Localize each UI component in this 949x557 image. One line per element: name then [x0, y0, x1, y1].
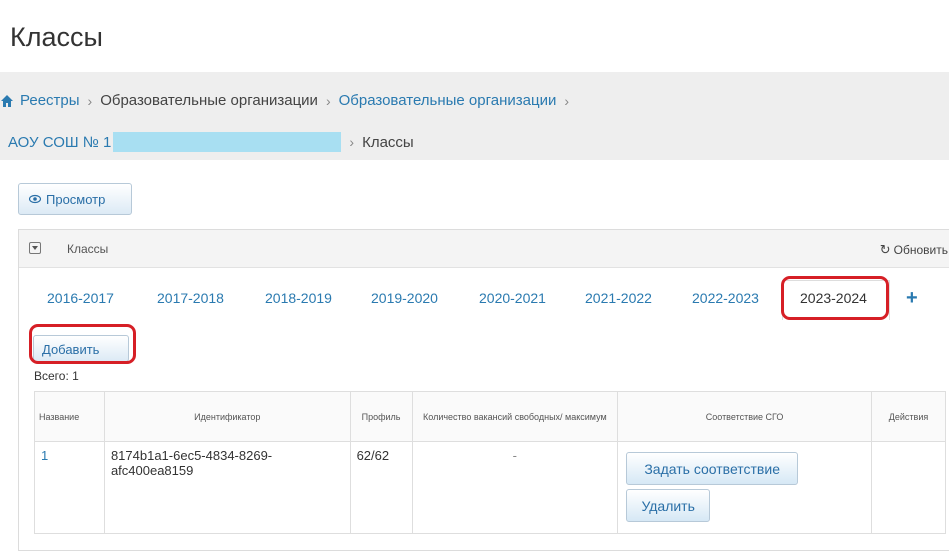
view-button[interactable]: Просмотр	[18, 183, 132, 215]
refresh-button[interactable]: ↻ Обновить	[880, 242, 948, 258]
header-id[interactable]: Идентификатор	[103, 391, 351, 442]
page-title: Классы	[10, 22, 103, 52]
refresh-label: Обновить	[893, 243, 948, 257]
classes-table: Название Идентификатор Профиль Количеств…	[34, 391, 946, 534]
header-vacancies[interactable]: Количество вакансий свободных/ максимум	[411, 391, 619, 442]
chevron-right-icon: ›	[325, 92, 331, 109]
breadcrumb: Реестры › Образовательные организации › …	[0, 72, 949, 160]
header-name[interactable]: Название	[34, 391, 105, 442]
collapse-icon[interactable]	[29, 242, 41, 254]
breadcrumb-line-2: АОУ СОШ № 1 › Классы	[8, 132, 414, 152]
breadcrumb-line-1: Реестры › Образовательные организации › …	[0, 92, 577, 109]
cell-sgo: Задать соответствие Удалить	[617, 441, 872, 534]
panel-header: Классы ↻ Обновить	[19, 230, 949, 268]
plus-icon[interactable]: +	[906, 287, 918, 310]
tab-2019-2020[interactable]: 2019-2020	[371, 290, 438, 306]
panel-title: Классы	[67, 242, 109, 256]
tab-2018-2019[interactable]: 2018-2019	[265, 290, 332, 306]
eye-icon	[29, 194, 41, 204]
header-profile[interactable]: Профиль	[349, 391, 413, 442]
header-actions: Действия	[871, 391, 946, 442]
cell-name[interactable]: 1	[34, 441, 105, 534]
chevron-right-icon: ›	[87, 92, 93, 109]
cell-vacancies: -	[411, 441, 619, 534]
tab-2017-2018[interactable]: 2017-2018	[157, 290, 224, 306]
cell-profile: 62/62	[349, 441, 413, 534]
cell-id: 8174b1a1-6ec5-4834-8269-afc400ea8159	[103, 441, 351, 534]
tab-2022-2023[interactable]: 2022-2023	[692, 290, 759, 306]
refresh-icon: ↻	[879, 242, 891, 257]
highlight-ring-tab	[781, 276, 889, 320]
set-match-button[interactable]: Задать соответствие	[626, 452, 799, 485]
breadcrumb-registries[interactable]: Реестры	[20, 92, 80, 109]
chevron-right-icon: ›	[349, 134, 355, 150]
delete-button[interactable]: Удалить	[626, 489, 711, 522]
table-row: 1 8174b1a1-6ec5-4834-8269-afc400ea8159 6…	[34, 441, 946, 534]
tab-2016-2017[interactable]: 2016-2017	[47, 290, 114, 306]
chevron-right-icon: ›	[564, 92, 570, 109]
header-sgo: Соответствие СГО	[617, 391, 872, 442]
tab-2021-2022[interactable]: 2021-2022	[585, 290, 652, 306]
table-header-row: Название Идентификатор Профиль Количеств…	[34, 391, 946, 442]
breadcrumb-edu-orgs-1: Образовательные организации	[100, 92, 318, 109]
breadcrumb-org[interactable]: АОУ СОШ № 1	[8, 134, 111, 151]
redacted-org-name	[113, 132, 342, 152]
highlight-ring-add	[29, 324, 136, 364]
breadcrumb-current: Классы	[362, 133, 414, 151]
home-icon[interactable]	[0, 94, 14, 108]
view-button-label: Просмотр	[46, 191, 106, 207]
total-count: Всего: 1	[34, 369, 79, 383]
classes-panel: Классы ↻ Обновить 2016-2017 2017-2018 20…	[18, 229, 949, 551]
breadcrumb-edu-orgs-2[interactable]: Образовательные организации	[339, 92, 557, 109]
cell-actions	[871, 441, 946, 534]
tab-2020-2021[interactable]: 2020-2021	[479, 290, 546, 306]
